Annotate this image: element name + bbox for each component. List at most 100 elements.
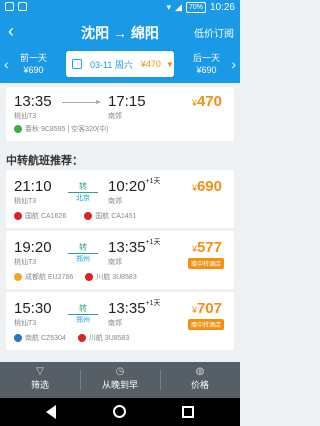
dep-airport: 桃仙T3 [14, 259, 37, 266]
wifi-icon: ▾ [166, 2, 172, 12]
arr-airport: 南郊 [108, 320, 122, 327]
hotel-badge: 赠中转酒店 [187, 319, 224, 330]
sort-price-label: 价格 [190, 380, 209, 390]
transfer-line [68, 253, 98, 254]
dep-airport: 桃仙T3 [14, 320, 37, 327]
filter-icon: ▽ [36, 366, 44, 377]
next-day-button[interactable]: 后一天 ¥690 [193, 52, 220, 76]
arr-time-value: 13:35 [108, 300, 146, 317]
calendar-icon [72, 59, 82, 69]
transfer-flight-card[interactable]: 21:10 桃仙T3 转 北京 10:20+1天 南郊 ¥690 国航 CA16… [6, 170, 234, 228]
airline-info: 春秋 9C8595 | 空客320(中) [14, 124, 109, 134]
arr-time: 17:15 [108, 93, 146, 110]
price-value: 470 [196, 93, 222, 110]
transfer-line [68, 314, 98, 315]
transfer-label: 转 [79, 182, 87, 191]
dep-time: 21:10 [14, 178, 52, 195]
next-day-price: ¥690 [196, 65, 217, 75]
price-icon: ◍ [195, 366, 205, 377]
airline-info: 成都航 EU2766 川航 3U8583 [14, 272, 137, 282]
filter-button[interactable]: ▽ 筛选 [0, 365, 80, 391]
bottom-toolbar: ▽ 筛选 ◷ 从晚到早 ◍ 价格 [0, 362, 240, 398]
arr-time-value: 10:20 [108, 178, 146, 195]
clock-icon: ◷ [115, 366, 125, 377]
next-day-marker: +1天 [145, 239, 161, 246]
airline-text: 春秋 9C8595 | 空客320(中) [25, 126, 109, 133]
chevron-left-icon[interactable]: ‹ [4, 56, 9, 72]
sort-time-label: 从晚到早 [101, 380, 138, 390]
price: ¥577 [192, 239, 222, 256]
direct-flight-card[interactable]: 13:35 桃仙T3 17:15 南郊 ¥470 春秋 9C8595 | 空客3… [6, 87, 234, 141]
transfer-info: 转 郑州 [68, 304, 98, 325]
price: ¥707 [192, 300, 222, 317]
status-bar: ▾ ◢ 70% 10:26 [0, 0, 240, 16]
transfer-city: 北京 [76, 195, 90, 202]
transfer-line [68, 192, 98, 193]
filter-label: 筛选 [30, 380, 49, 390]
sort-time-button[interactable]: ◷ 从晚到早 [80, 365, 160, 391]
leg2-text: 川航 3U8583 [88, 335, 130, 342]
notification-icon [5, 2, 14, 11]
arr-time: 13:35+1天 [108, 300, 161, 317]
date-bar: ‹ 前一天 ¥690 03-11 周六 ¥470 ▼ 后一天 ¥690 › [0, 47, 240, 83]
flight-arrow [62, 100, 101, 104]
back-nav-icon[interactable] [46, 405, 56, 419]
arr-airport: 南郊 [108, 198, 122, 205]
transfer-flight-card[interactable]: 15:30 桃仙T3 转 郑州 13:35+1天 南郊 ¥707 赠中转酒店 南… [6, 292, 234, 350]
sichuan-airlines-logo-icon [77, 334, 86, 342]
transfer-label: 转 [79, 243, 87, 252]
system-nav-bar [0, 398, 240, 426]
leg1-text: 南航 CZ6304 [25, 335, 66, 342]
leg2-text: 国航 CA1451 [95, 213, 137, 220]
transfer-info: 转 郑州 [68, 243, 98, 264]
prev-day-label: 前一天 [20, 53, 48, 63]
transfer-flight-card[interactable]: 19:20 桃仙T3 转 郑州 13:35+1天 南郊 ¥577 赠中转酒店 成… [6, 231, 234, 289]
price: ¥470 [192, 93, 222, 110]
usb-icon [18, 2, 27, 11]
airline-info: 南航 CZ6304 川航 3U8583 [14, 333, 129, 343]
arr-time: 10:20+1天 [108, 178, 161, 195]
air-china-logo-icon [84, 212, 93, 220]
transfer-info: 转 北京 [68, 182, 98, 203]
signal-icon: ◢ [175, 2, 182, 12]
hotel-badge: 赠中转酒店 [187, 258, 224, 269]
leg1-text: 国航 CA1626 [25, 213, 67, 220]
arr-airport: 南郊 [108, 259, 122, 266]
date-picker-button[interactable]: 03-11 周六 ¥470 ▼ [66, 51, 174, 77]
price-value: 707 [196, 300, 222, 317]
arr-airport: 南郊 [108, 113, 122, 120]
transfer-label: 转 [79, 304, 87, 313]
spring-airlines-logo-icon [14, 125, 22, 133]
dep-time: 15:30 [14, 300, 52, 317]
recents-nav-icon[interactable] [182, 406, 194, 418]
battery-icon: 70% [185, 2, 206, 13]
next-day-marker: +1天 [145, 300, 161, 307]
arr-time: 13:35+1天 [108, 239, 161, 256]
clock: 10:26 [209, 2, 235, 13]
dep-time: 13:35 [14, 93, 52, 110]
sort-price-button[interactable]: ◍ 价格 [160, 365, 240, 391]
next-day-marker: +1天 [145, 178, 161, 185]
airline-info: 国航 CA1626 国航 CA1451 [14, 211, 137, 221]
selected-date: 03-11 周六 [90, 59, 133, 70]
section-title: 中转航班推荐： [6, 155, 83, 167]
air-china-logo-icon [14, 212, 22, 220]
next-day-label: 后一天 [192, 53, 220, 63]
price: ¥690 [192, 178, 222, 195]
dep-airport: 桃仙T3 [14, 198, 37, 205]
china-southern-logo-icon [14, 334, 22, 342]
home-nav-icon[interactable] [113, 405, 126, 418]
transfer-city: 郑州 [76, 317, 90, 324]
chevron-down-icon: ▼ [165, 59, 174, 69]
prev-day-button[interactable]: 前一天 ¥690 [20, 52, 47, 76]
header: ‹ 沈阳 → 绵阳 低价订阅 [0, 16, 240, 47]
price-value: 690 [196, 178, 222, 195]
leg2-text: 川航 3U8583 [96, 274, 137, 281]
prev-day-price: ¥690 [23, 65, 44, 75]
sichuan-airlines-logo-icon [85, 273, 94, 281]
dep-time: 19:20 [14, 239, 52, 256]
low-price-subscribe-button[interactable]: 低价订阅 [194, 25, 234, 40]
price-value: 577 [196, 239, 222, 256]
chevron-right-icon[interactable]: › [231, 56, 236, 72]
chengdu-airlines-logo-icon [14, 273, 22, 281]
